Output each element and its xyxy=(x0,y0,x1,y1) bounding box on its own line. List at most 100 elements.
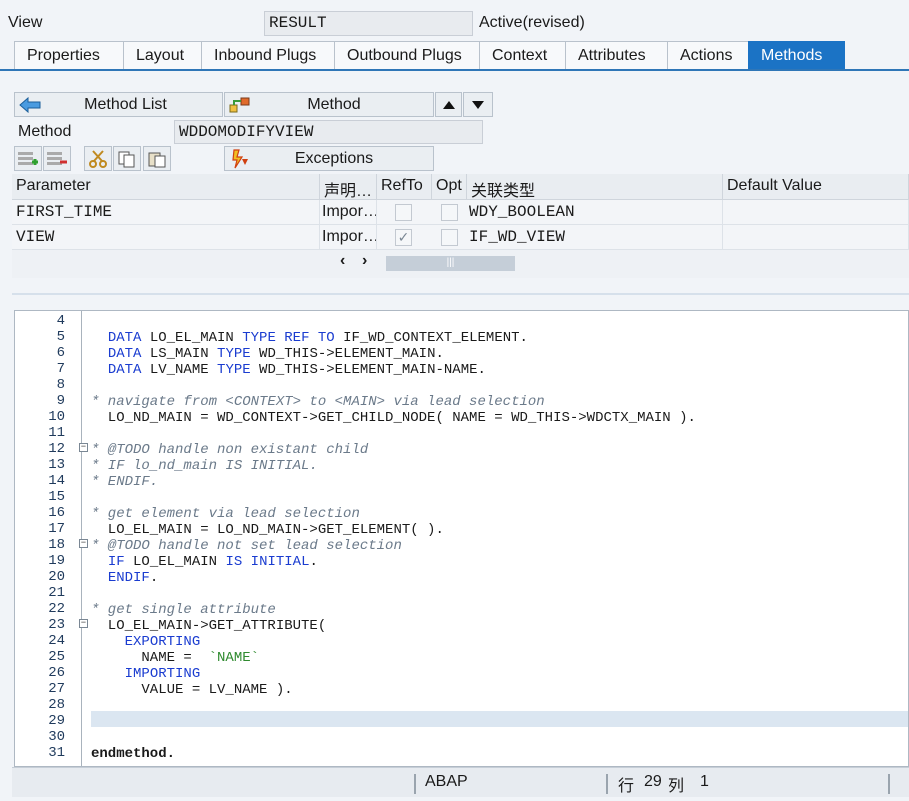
column-header-associated-type[interactable]: 关联类型 xyxy=(467,174,723,200)
back-arrow-icon xyxy=(15,96,45,113)
code-line[interactable]: * ENDIF. xyxy=(91,474,158,490)
tab-outbound-plugs[interactable]: Outbound Plugs xyxy=(334,41,480,70)
opt-checkbox[interactable] xyxy=(441,204,458,221)
code-line[interactable]: EXPORTING xyxy=(91,634,201,650)
code-line[interactable]: LO_EL_MAIN->GET_ATTRIBUTE( xyxy=(91,618,326,634)
fold-toggle[interactable]: − xyxy=(79,619,88,628)
code-editor[interactable]: 45 DATA LO_EL_MAIN TYPE REF TO IF_WD_CON… xyxy=(14,310,909,767)
code-line[interactable]: DATA LV_NAME TYPE WD_THIS->ELEMENT_MAIN-… xyxy=(91,362,486,378)
code-line[interactable]: DATA LO_EL_MAIN TYPE REF TO IF_WD_CONTEX… xyxy=(91,330,528,346)
declaration-cell[interactable]: Impor… xyxy=(320,225,377,250)
method-button[interactable]: Method xyxy=(224,92,434,117)
insert-row-button[interactable] xyxy=(14,146,42,171)
line-number: 18 xyxy=(48,537,65,553)
line-number: 6 xyxy=(56,345,65,361)
scissors-icon xyxy=(89,149,107,168)
column-header-declaration[interactable]: 声明… xyxy=(320,174,377,200)
row-value: 29 xyxy=(644,773,662,790)
row-label: 行 xyxy=(618,778,635,795)
code-line[interactable]: * @TODO handle not set lead selection xyxy=(91,538,402,554)
column-header-opt[interactable]: Opt xyxy=(432,174,467,200)
parameter-table: Parameter 声明… RefTo Opt 关联类型 Default Val… xyxy=(12,174,909,278)
triangle-down-icon xyxy=(472,100,484,109)
line-number: 5 xyxy=(56,329,65,345)
method-name-field[interactable]: WDDOMODIFYVIEW xyxy=(174,120,483,144)
line-number: 28 xyxy=(48,697,65,713)
code-line[interactable]: DATA LS_MAIN TYPE WD_THIS->ELEMENT_MAIN. xyxy=(91,346,444,362)
declaration-cell[interactable]: Impor… xyxy=(320,200,377,225)
refto-checkbox[interactable] xyxy=(395,204,412,221)
method-hierarchy-icon xyxy=(225,95,255,115)
code-line[interactable]: * navigate from <CONTEXT> to <MAIN> via … xyxy=(91,394,545,410)
cut-button[interactable] xyxy=(84,146,112,171)
status-separator xyxy=(414,774,416,794)
fold-toggle[interactable]: − xyxy=(79,443,88,452)
type-cell[interactable]: IF_WD_VIEW xyxy=(467,225,723,250)
code-line[interactable]: IF LO_EL_MAIN IS INITIAL. xyxy=(91,554,318,570)
code-line[interactable]: NAME = `NAME` xyxy=(91,650,259,666)
copy-button[interactable] xyxy=(113,146,141,171)
table-row[interactable]: FIRST_TIME Impor… WDY_BOOLEAN xyxy=(12,200,909,225)
arrow-down-button[interactable] xyxy=(463,92,493,117)
exceptions-button[interactable]: Exceptions xyxy=(224,146,434,171)
method-list-button[interactable]: Method List xyxy=(14,92,223,117)
tab-attributes[interactable]: Attributes xyxy=(565,41,668,70)
line-number: 4 xyxy=(56,313,65,329)
fold-toggle[interactable]: − xyxy=(79,539,88,548)
type-cell[interactable]: WDY_BOOLEAN xyxy=(467,200,723,225)
tab-inbound-plugs[interactable]: Inbound Plugs xyxy=(201,41,335,70)
method-list-label: Method List xyxy=(84,95,167,113)
default-value-cell[interactable] xyxy=(723,225,909,250)
view-status: Active(revised) xyxy=(479,14,585,31)
method-label: Method xyxy=(18,123,72,140)
insert-row-icon xyxy=(18,151,38,165)
default-value-cell[interactable] xyxy=(723,200,909,225)
code-line[interactable]: LO_EL_MAIN = LO_ND_MAIN->GET_ELEMENT( ). xyxy=(91,522,444,538)
code-line[interactable]: * IF lo_nd_main IS INITIAL. xyxy=(91,458,318,474)
paste-button[interactable] xyxy=(143,146,171,171)
method-nav-label: Method xyxy=(307,95,361,113)
tab-strip: Properties Layout Inbound Plugs Outbound… xyxy=(14,41,845,70)
view-name-field[interactable]: RESULT xyxy=(264,11,473,36)
scroll-right-icon[interactable]: › xyxy=(362,252,367,270)
refto-checkbox[interactable]: ✓ xyxy=(395,229,412,246)
tab-properties[interactable]: Properties xyxy=(14,41,124,70)
line-number: 25 xyxy=(48,649,65,665)
tab-layout[interactable]: Layout xyxy=(123,41,202,70)
opt-checkbox[interactable] xyxy=(441,229,458,246)
tab-methods[interactable]: Methods xyxy=(748,41,845,70)
delete-row-button[interactable] xyxy=(43,146,71,171)
code-line[interactable]: * get element via lead selection xyxy=(91,506,360,522)
code-line[interactable]: ENDIF. xyxy=(91,570,158,586)
line-number: 10 xyxy=(48,409,65,425)
line-number: 29 xyxy=(48,713,65,729)
code-line[interactable]: endmethod. xyxy=(91,746,175,762)
scroll-left-icon[interactable]: ‹ xyxy=(340,252,345,270)
column-header-parameter[interactable]: Parameter xyxy=(12,174,320,200)
parameter-cell[interactable]: VIEW xyxy=(14,225,320,250)
line-number: 24 xyxy=(48,633,65,649)
column-header-default-value[interactable]: Default Value xyxy=(723,174,909,200)
code-line[interactable]: IMPORTING xyxy=(91,666,201,682)
line-number: 23 xyxy=(48,617,65,633)
code-line[interactable]: * @TODO handle non existant child xyxy=(91,442,368,458)
line-number: 17 xyxy=(48,521,65,537)
code-line[interactable]: VALUE = LV_NAME ). xyxy=(91,682,292,698)
parameter-cell[interactable]: FIRST_TIME xyxy=(14,200,320,225)
view-label: View xyxy=(8,14,43,31)
scrollbar-thumb[interactable]: ||| xyxy=(386,256,515,271)
col-value: 1 xyxy=(700,773,709,790)
line-number: 8 xyxy=(56,377,65,393)
tab-context[interactable]: Context xyxy=(479,41,566,70)
column-header-refto[interactable]: RefTo xyxy=(377,174,432,200)
line-number: 20 xyxy=(48,569,65,585)
arrow-up-button[interactable] xyxy=(435,92,462,117)
code-line[interactable]: LO_ND_MAIN = WD_CONTEXT->GET_CHILD_NODE(… xyxy=(91,410,696,426)
table-row[interactable]: VIEW Impor… ✓ IF_WD_VIEW xyxy=(12,225,909,250)
horizontal-scrollbar[interactable]: ‹ › ||| xyxy=(332,252,517,272)
code-line[interactable]: * get single attribute xyxy=(91,602,276,618)
line-number: 22 xyxy=(48,601,65,617)
copy-icon xyxy=(118,151,135,167)
tab-actions[interactable]: Actions xyxy=(667,41,749,70)
status-separator xyxy=(888,774,890,794)
